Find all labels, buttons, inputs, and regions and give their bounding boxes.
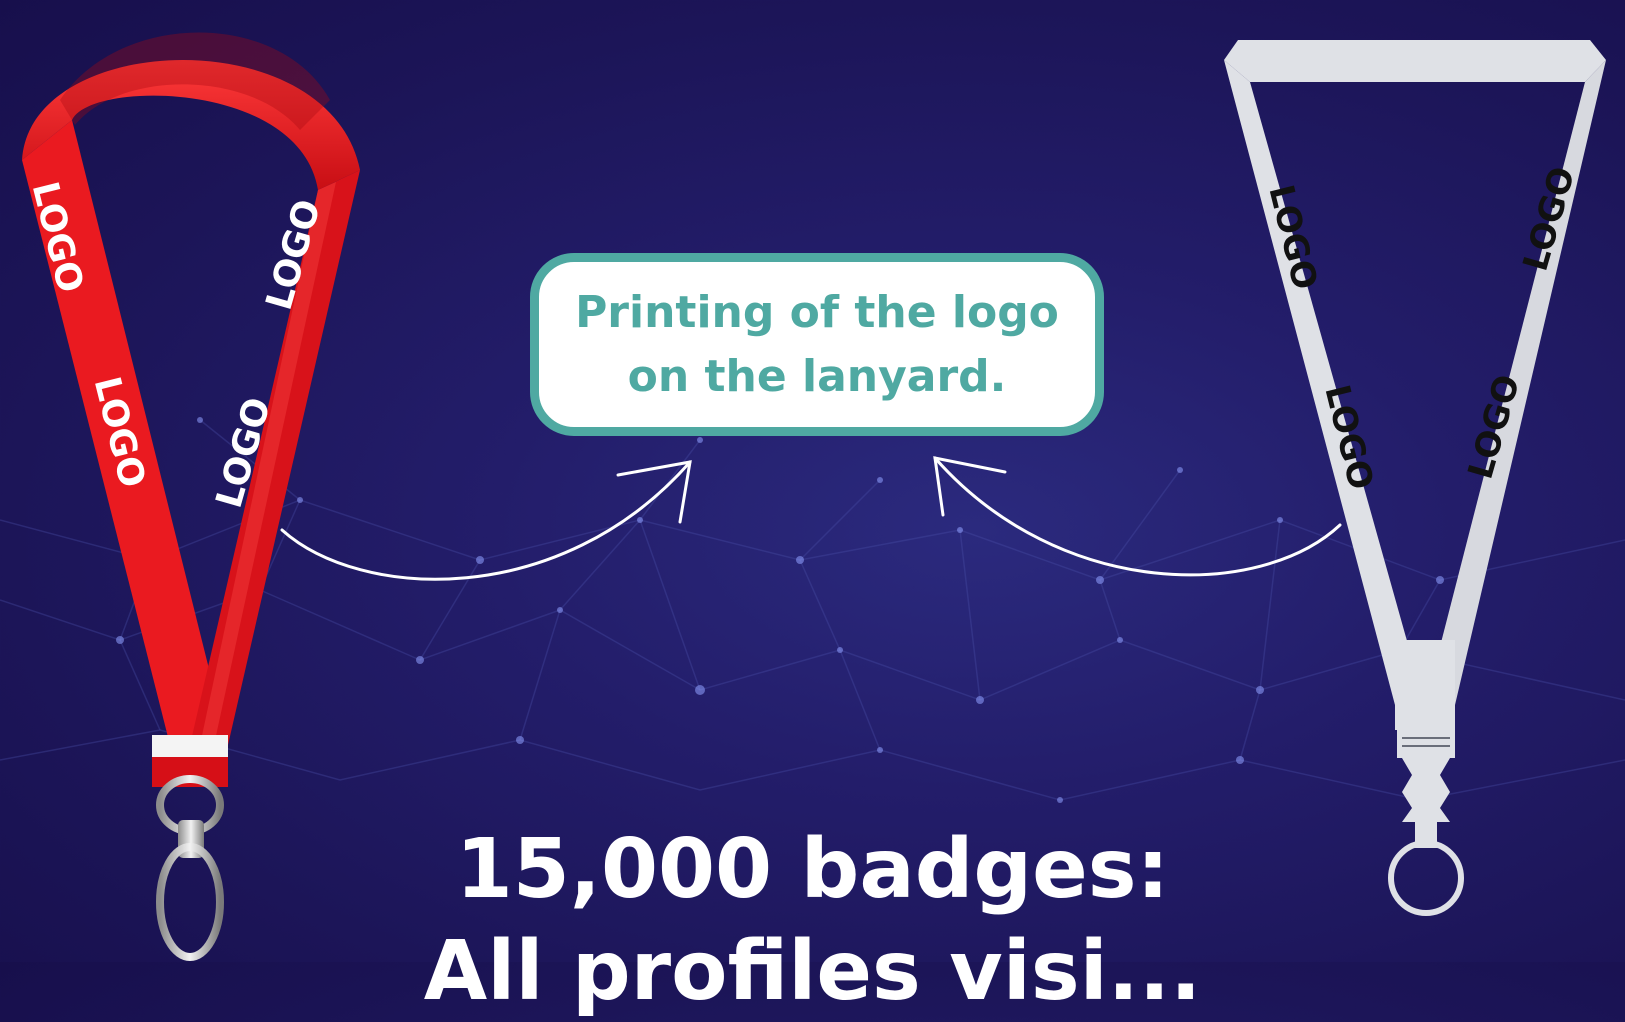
callout-text: Printing of the logo on the lanyard. [575,286,1059,402]
left-arrow-icon [280,460,692,581]
white-lanyard-logo-3: LOGO [1516,162,1584,275]
red-lanyard: LOGO LOGO LOGO LOGO [22,32,360,961]
white-lanyard-logo-1: LOGO [1260,181,1324,294]
lanyards-illustration: LOGO LOGO LOGO LOGO LOGO LOGO LOGO LOGO [22,32,1606,961]
headline-line-2: All profiles visi... [423,924,1202,1019]
right-arrow-icon [933,456,1342,577]
white-lanyard: LOGO LOGO LOGO LOGO [1224,40,1606,916]
headline-line-1: 15,000 badges: [455,822,1170,917]
callout-box: Printing of the logo on the lanyard. [530,253,1104,436]
